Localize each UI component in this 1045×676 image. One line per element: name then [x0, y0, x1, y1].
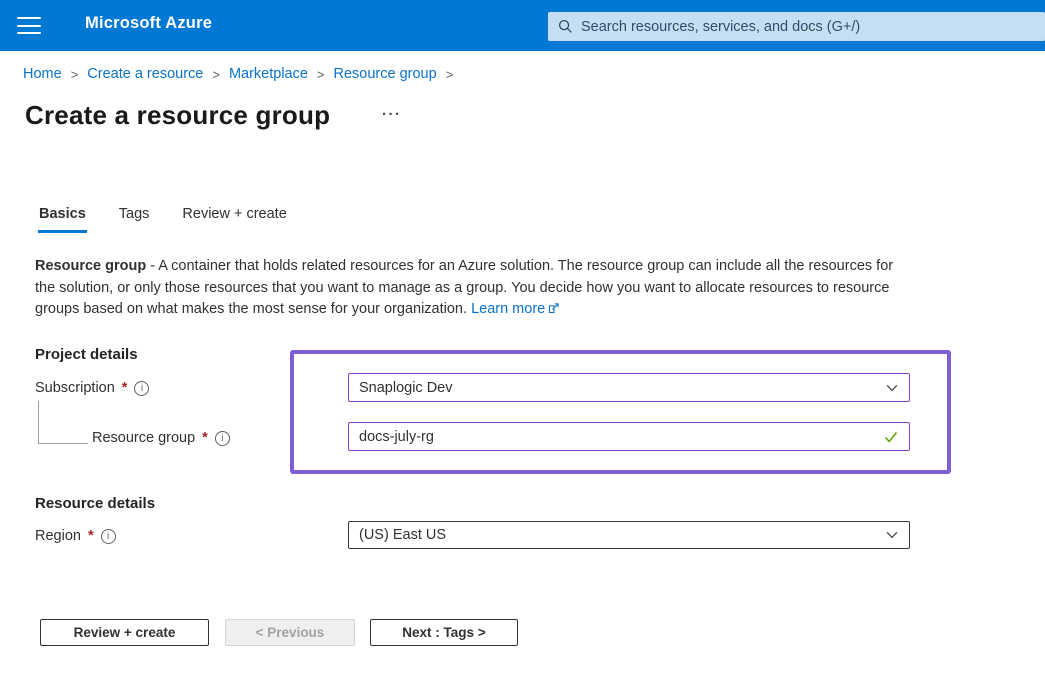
validation-check-icon [883, 429, 899, 445]
resource-group-description: Resource group - A container that holds … [35, 256, 907, 322]
external-link-icon [548, 300, 560, 322]
breadcrumb-create-a-resource[interactable]: Create a resource [87, 66, 203, 82]
chevron-down-icon [885, 381, 899, 395]
wizard-tabs: Basics Tags Review + create [38, 206, 288, 233]
region-label-row: Region * i [35, 528, 116, 544]
hierarchy-connector-line [38, 401, 88, 444]
resource-group-label: Resource group [92, 430, 195, 446]
previous-button[interactable]: < Previous [225, 619, 355, 646]
review-create-button[interactable]: Review + create [40, 619, 209, 646]
breadcrumb-home[interactable]: Home [23, 66, 62, 82]
subscription-label-row: Subscription * i [35, 380, 149, 396]
subscription-value: Snaplogic Dev [359, 380, 885, 396]
breadcrumb-separator: > [446, 67, 454, 82]
region-value: (US) East US [359, 527, 885, 543]
azure-brand-link[interactable]: Microsoft Azure [85, 14, 212, 33]
region-label: Region [35, 528, 81, 544]
resource-group-input-box[interactable] [348, 422, 910, 451]
top-bar: Microsoft Azure [0, 0, 1045, 51]
next-tags-button[interactable]: Next : Tags > [370, 619, 518, 646]
region-info-icon[interactable]: i [101, 529, 116, 544]
required-asterisk: * [88, 528, 94, 544]
description-lead: Resource group [35, 258, 146, 274]
resource-group-info-icon[interactable]: i [215, 431, 230, 446]
breadcrumb-separator: > [212, 67, 220, 82]
chevron-down-icon [885, 528, 899, 542]
tab-basics[interactable]: Basics [38, 206, 87, 233]
subscription-label: Subscription [35, 380, 115, 396]
resource-group-label-row: Resource group * i [92, 430, 230, 446]
required-asterisk: * [122, 380, 128, 396]
resource-group-input[interactable] [359, 429, 883, 445]
breadcrumb-separator: > [317, 67, 325, 82]
page-title: Create a resource group [25, 100, 330, 131]
azure-create-resource-group-page: Microsoft Azure Home > Create a resource… [0, 0, 1045, 676]
project-details-heading: Project details [35, 346, 138, 363]
annotation-highlight-box [290, 350, 951, 474]
breadcrumb-marketplace[interactable]: Marketplace [229, 66, 308, 82]
subscription-info-icon[interactable]: i [134, 381, 149, 396]
search-icon [558, 19, 573, 34]
breadcrumb-separator: > [71, 67, 79, 82]
description-body: - A container that holds related resourc… [35, 258, 893, 317]
tab-review-create[interactable]: Review + create [181, 206, 287, 233]
breadcrumb-resource-group[interactable]: Resource group [334, 66, 437, 82]
required-asterisk: * [202, 430, 208, 446]
region-dropdown[interactable]: (US) East US [348, 521, 910, 549]
resource-details-heading: Resource details [35, 495, 155, 512]
more-options-ellipsis-icon[interactable]: ··· [382, 106, 402, 123]
breadcrumb: Home > Create a resource > Marketplace >… [23, 66, 453, 82]
learn-more-link[interactable]: Learn more [471, 301, 545, 317]
global-search-box[interactable] [548, 12, 1045, 41]
search-input[interactable] [581, 19, 1001, 35]
subscription-dropdown[interactable]: Snaplogic Dev [348, 373, 910, 402]
tab-tags[interactable]: Tags [118, 206, 151, 233]
hamburger-menu-icon[interactable] [17, 17, 41, 34]
